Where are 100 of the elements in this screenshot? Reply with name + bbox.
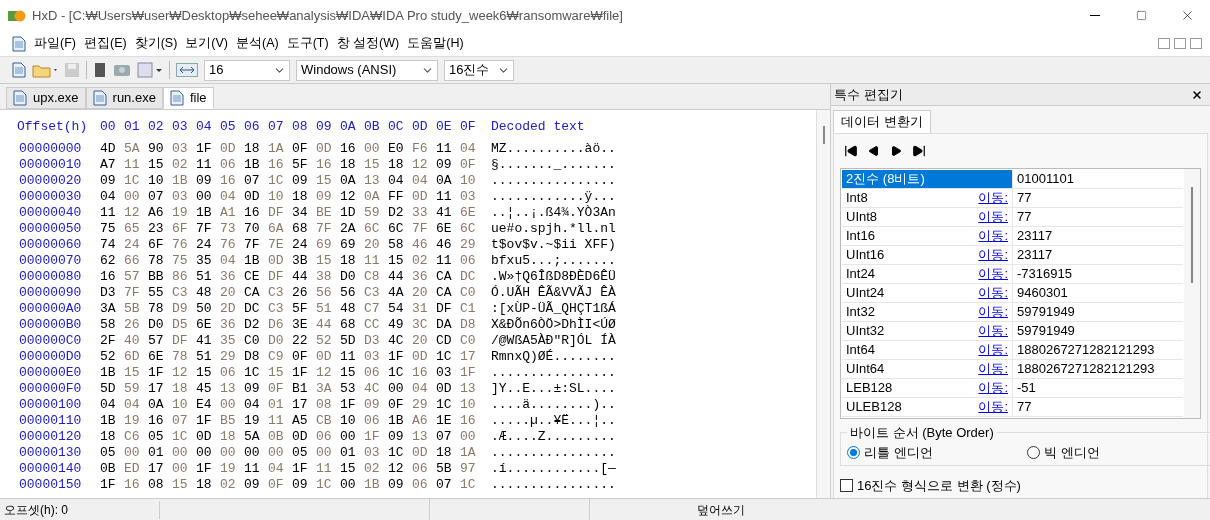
type-cell[interactable]: UInt8 이동:	[842, 208, 1013, 226]
go-to-link[interactable]: 이동:	[978, 321, 1008, 341]
vertical-scrollbar[interactable]	[1184, 169, 1200, 418]
go-to-link[interactable]: 이동:	[978, 397, 1008, 417]
hex-byte: 16	[220, 173, 237, 189]
menu-item[interactable]: 도구(T)	[282, 34, 333, 53]
hex-byte: 1F	[292, 365, 309, 381]
hex-byte: 69	[340, 237, 357, 253]
hex-byte: 23	[148, 221, 165, 237]
hex-byte: 1A	[460, 445, 477, 461]
hex-byte: 09	[388, 477, 405, 493]
go-to-link[interactable]: 이동:	[978, 302, 1008, 322]
go-to-link[interactable]: 이동:	[978, 340, 1008, 360]
value-cell-text: 77	[1016, 398, 1033, 416]
radio-label: 빅 엔디언	[1044, 443, 1100, 462]
hex-byte: CA	[436, 269, 453, 285]
hex-byte: DF	[436, 301, 453, 317]
open-folder-icon[interactable]	[32, 62, 58, 78]
hex-byte: 1B	[100, 413, 117, 429]
hex-byte: 1F	[340, 397, 357, 413]
go-to-link[interactable]: 이동:	[978, 207, 1008, 227]
dropdown-tool-icon[interactable]	[137, 62, 163, 78]
type-cell[interactable]: 2진수 (8비트)	[842, 170, 1013, 188]
hex-byte: BB	[148, 269, 165, 285]
type-cell[interactable]: UInt16 이동:	[842, 246, 1013, 264]
value-cell-text: 1880267271282121293	[1016, 360, 1156, 378]
encoding-select[interactable]: Windows (ANSI)	[296, 59, 438, 81]
next-icon[interactable]	[890, 145, 902, 157]
column-header: 0E	[436, 119, 453, 135]
hex-byte: 09	[100, 173, 117, 189]
type-cell[interactable]: LEB128 이동:	[842, 379, 1013, 397]
mdi-controls-icon[interactable]	[1158, 38, 1202, 49]
bytes-per-row-select[interactable]: 16	[204, 59, 290, 81]
menu-item[interactable]: 도움말(H)	[403, 34, 468, 53]
vertical-scrollbar[interactable]	[816, 110, 830, 498]
file-tab[interactable]: file	[162, 87, 214, 109]
checkbox[interactable]	[840, 479, 853, 493]
radio-button[interactable]	[1027, 445, 1040, 459]
go-to-link[interactable]: 이동:	[978, 245, 1008, 265]
menu-item[interactable]: 찾기(S)	[130, 34, 182, 53]
hex-byte: 18	[340, 253, 357, 269]
column-header: 05	[220, 119, 237, 135]
hex-byte: 10	[460, 397, 477, 413]
hex-byte: 04	[412, 381, 429, 397]
row-offset: 00000130	[18, 445, 83, 461]
hex-byte: 17	[292, 397, 309, 413]
go-to-link[interactable]: 이동:	[978, 283, 1008, 303]
menu-item[interactable]: 보기(V)	[181, 34, 232, 53]
hex-byte: 18	[436, 445, 453, 461]
go-to-link[interactable]: 이동:	[978, 378, 1008, 398]
hex-byte: 24	[292, 237, 309, 253]
hex-byte: 00	[124, 189, 141, 205]
hex-byte: 56	[340, 285, 357, 301]
hex-byte: 4D	[100, 141, 117, 157]
last-icon[interactable]	[912, 144, 926, 158]
close-icon[interactable]	[1191, 88, 1203, 101]
type-cell[interactable]: Int64 이동:	[842, 341, 1013, 359]
go-to-link[interactable]: 이동:	[978, 226, 1008, 246]
menu-item[interactable]: 파일(F)	[30, 34, 80, 53]
menu-item[interactable]: 분석(A)	[232, 34, 283, 53]
hex-byte: D2	[388, 205, 405, 221]
hex-byte: 00	[460, 429, 477, 445]
hex-byte: 06	[460, 253, 477, 269]
type-cell[interactable]: Int32 이동:	[842, 303, 1013, 321]
memory-chip-icon[interactable]	[93, 62, 107, 78]
menu-item[interactable]: 창 설정(W)	[332, 34, 404, 53]
hex-byte: 11	[124, 157, 141, 173]
type-cell[interactable]: UInt64 이동:	[842, 360, 1013, 378]
type-cell[interactable]: Int8 이동:	[842, 189, 1013, 207]
offset-base-select[interactable]: 16진수	[444, 59, 514, 81]
go-to-link[interactable]: 이동:	[978, 359, 1008, 379]
go-to-link[interactable]: 이동:	[978, 264, 1008, 284]
menu-item[interactable]: 편집(E)	[79, 34, 131, 53]
type-cell[interactable]: UInt32 이동:	[842, 322, 1013, 340]
width-arrows-icon	[176, 63, 198, 77]
hex-byte: 3C	[412, 317, 429, 333]
go-to-link[interactable]: 이동:	[978, 188, 1008, 208]
hex-byte: 19	[220, 461, 237, 477]
type-cell[interactable]: ULEB128 이동:	[842, 398, 1013, 416]
file-tab[interactable]: upx.exe	[6, 87, 86, 109]
previous-icon[interactable]	[868, 145, 880, 157]
data-converter-tab[interactable]: 데이터 변환기	[833, 110, 931, 133]
hex-byte: 0D	[412, 189, 429, 205]
hex-byte: 18	[340, 157, 357, 173]
hex-byte: B5	[220, 413, 237, 429]
hex-byte: 3A	[100, 301, 117, 317]
type-cell[interactable]: Int24 이동:	[842, 265, 1013, 283]
hex-byte: 41	[196, 333, 213, 349]
file-tab[interactable]: run.exe	[85, 87, 163, 109]
type-cell[interactable]: UInt24 이동:	[842, 284, 1013, 302]
type-cell[interactable]: Int16 이동:	[842, 227, 1013, 245]
hex-byte: 15	[172, 477, 189, 493]
hex-byte: 01	[268, 397, 285, 413]
hex-byte: C3	[268, 285, 285, 301]
hex-byte: 12	[172, 365, 189, 381]
hex-byte: 11	[244, 461, 261, 477]
decoded-text: §......._.......	[491, 157, 616, 173]
hex-byte: 3B	[292, 253, 309, 269]
hex-byte: 46	[412, 237, 429, 253]
first-icon[interactable]	[844, 144, 858, 158]
